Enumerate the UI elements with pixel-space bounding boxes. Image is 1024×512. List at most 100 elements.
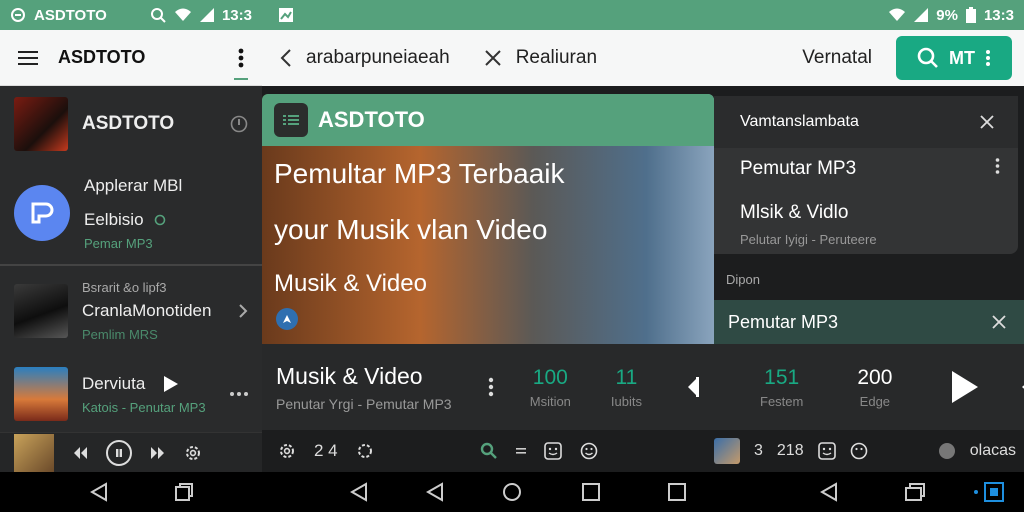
smile-icon[interactable] [580, 442, 598, 460]
nav-overview-icon[interactable] [582, 483, 600, 501]
count-a: 3 [754, 442, 763, 459]
top-search-area: 9% 13:3 arabarpuneiaeah Realiuran Vernat… [262, 0, 1024, 86]
stat-festem: 151 Festem [760, 366, 803, 409]
list-item-title: Bsrarit &o lipf3 [82, 280, 167, 295]
battery-icon [965, 7, 976, 23]
play-icon[interactable] [952, 371, 979, 403]
settings-icon[interactable] [278, 442, 296, 460]
back-arrow-icon[interactable] [280, 48, 292, 68]
now-playing-text: Musik & Video Penutar Yrgi - Pemutar MP3 [276, 363, 488, 412]
search-green-icon[interactable] [480, 442, 498, 460]
close-icon-2[interactable] [992, 315, 1006, 329]
info-icon[interactable] [230, 115, 248, 133]
stat-bits: 11 Iubits [611, 366, 642, 409]
nav-overview-icon-2[interactable] [668, 483, 686, 501]
menu-more-icon[interactable] [995, 158, 1000, 174]
stat-edge: 200 Edge [857, 366, 892, 409]
emoji-box-icon[interactable] [543, 442, 562, 460]
list-item-title: Applerar MBl [84, 175, 183, 195]
app-root: ASDTOTO 13:3 ASDTOTO ASDTOTO Applerar MB… [0, 0, 1024, 512]
app-logo-icon [10, 7, 26, 23]
search-filter-label[interactable]: Vernatal [802, 47, 872, 69]
search-bar: arabarpuneiaeah Realiuran Vernatal MT [262, 30, 1024, 86]
menu-item-video[interactable]: Mlsik & Vidlo [740, 202, 848, 224]
wifi-icon-right [888, 8, 906, 22]
nav-back-icon-2[interactable] [350, 482, 368, 502]
menu-icon[interactable] [18, 50, 38, 66]
globe-icon[interactable] [938, 442, 956, 460]
more-horizontal-icon[interactable] [230, 392, 248, 396]
signal-icon [199, 8, 214, 22]
status-time-right: 13:3 [983, 6, 1014, 24]
settings-icon-2[interactable] [356, 442, 374, 460]
nav-back-icon-3[interactable] [426, 482, 444, 502]
search-input[interactable]: arabarpuneiaeah [306, 47, 450, 69]
stat-bits-label: Iubits [610, 393, 642, 409]
options-menu-header: Vamtanslambata [714, 96, 1018, 148]
status-bar-right: 9% 13:3 [262, 0, 1024, 30]
stat-festem-value: 151 [764, 365, 800, 389]
menu-item-video-sub: Pelutar Iyigi - Peruteere [740, 232, 877, 247]
count-label: 2 4 [314, 441, 338, 460]
hero-banner[interactable]: ASDTOTO Pemultar MP3 Terbaaik your Musik… [262, 94, 714, 344]
skip-end-icon[interactable] [686, 373, 700, 401]
nav-home-icon[interactable] [502, 482, 522, 502]
options-menu-title: Vamtanslambata [740, 113, 859, 130]
nav-recents-icon[interactable] [174, 482, 194, 502]
middle-bottom-bar: 2 4 [262, 430, 714, 472]
mini-player-art [14, 433, 54, 472]
button-overflow-icon [986, 50, 990, 66]
nav-recents-icon-2[interactable] [904, 482, 926, 502]
list-item-text: Derviuta Katois - Penutar MP3 [82, 374, 216, 415]
hero-header: ASDTOTO [262, 94, 714, 146]
search-button-label: MT [949, 47, 975, 68]
list-item[interactable]: Derviuta Katois - Penutar MP3 [0, 356, 262, 432]
equals-icon [515, 447, 526, 455]
smile-icon-right[interactable] [850, 442, 868, 460]
search-secondary-text: Realiuran [515, 47, 598, 68]
skip-back-icon[interactable] [72, 446, 88, 460]
signal-icon-right [914, 8, 929, 22]
list-icon [274, 103, 308, 137]
selected-bar[interactable]: Pemutar MP3 [714, 300, 1024, 344]
system-nav-bar [0, 472, 1024, 512]
list-item[interactable]: Applerar MBl Eelbisio Pemar MP3 [0, 162, 262, 266]
settings-icon[interactable] [184, 444, 202, 462]
skip-end-icon-right[interactable] [1020, 375, 1024, 399]
left-appbar: ASDTOTO [0, 30, 262, 86]
now-playing-more-icon[interactable] [488, 377, 494, 397]
play-small-icon[interactable] [163, 375, 179, 393]
nav-assist-icon[interactable] [984, 482, 1004, 502]
search-button[interactable]: MT [896, 36, 1012, 80]
selected-bar-label: Pemutar MP3 [728, 311, 839, 332]
hero-tagline: Musik & Video [274, 270, 427, 297]
pause-button[interactable] [106, 439, 132, 466]
list-item-caption: Pemar MP3 [84, 235, 153, 251]
mini-player-controls [0, 432, 262, 472]
nav-back-icon[interactable] [90, 482, 108, 502]
stat-position-value: 100 [532, 365, 568, 389]
list-item-caption: Katois - Penutar MP3 [82, 399, 206, 415]
list-item[interactable]: Bsrarit &o lipf3 CranlaMonotiden Pemlim … [0, 266, 262, 356]
middle-pane: ASDTOTO Pemultar MP3 Terbaaik your Musik… [262, 86, 714, 472]
right-bottom-bar: 3 218 olacas [714, 430, 1024, 472]
left-appbar-title: ASDTOTO [58, 47, 146, 67]
album-art-1 [14, 97, 68, 151]
chevron-right-icon[interactable] [238, 303, 248, 319]
clear-icon[interactable] [484, 49, 502, 67]
emoji-box-icon-right[interactable] [817, 442, 836, 460]
close-icon[interactable] [980, 115, 994, 129]
battery-percent: 9% [936, 6, 958, 24]
stat-edge-value: 200 [857, 365, 893, 389]
overflow-menu-icon[interactable] [234, 48, 248, 80]
list-item[interactable]: ASDTOTO [0, 86, 262, 162]
menu-item-mp3[interactable]: Pemutar MP3 [740, 158, 856, 180]
list-item-title: ASDTOTO [82, 113, 175, 134]
skip-forward-icon[interactable] [150, 446, 166, 460]
stat-position: 100 Msition [530, 366, 571, 409]
search-status-icon [150, 7, 166, 23]
nav-back-icon-4[interactable] [820, 482, 838, 502]
left-pane: ASDTOTO 13:3 ASDTOTO ASDTOTO Applerar MB… [0, 0, 262, 472]
album-art-4 [14, 367, 68, 421]
now-playing-row[interactable]: Musik & Video Penutar Yrgi - Pemutar MP3… [262, 344, 714, 430]
